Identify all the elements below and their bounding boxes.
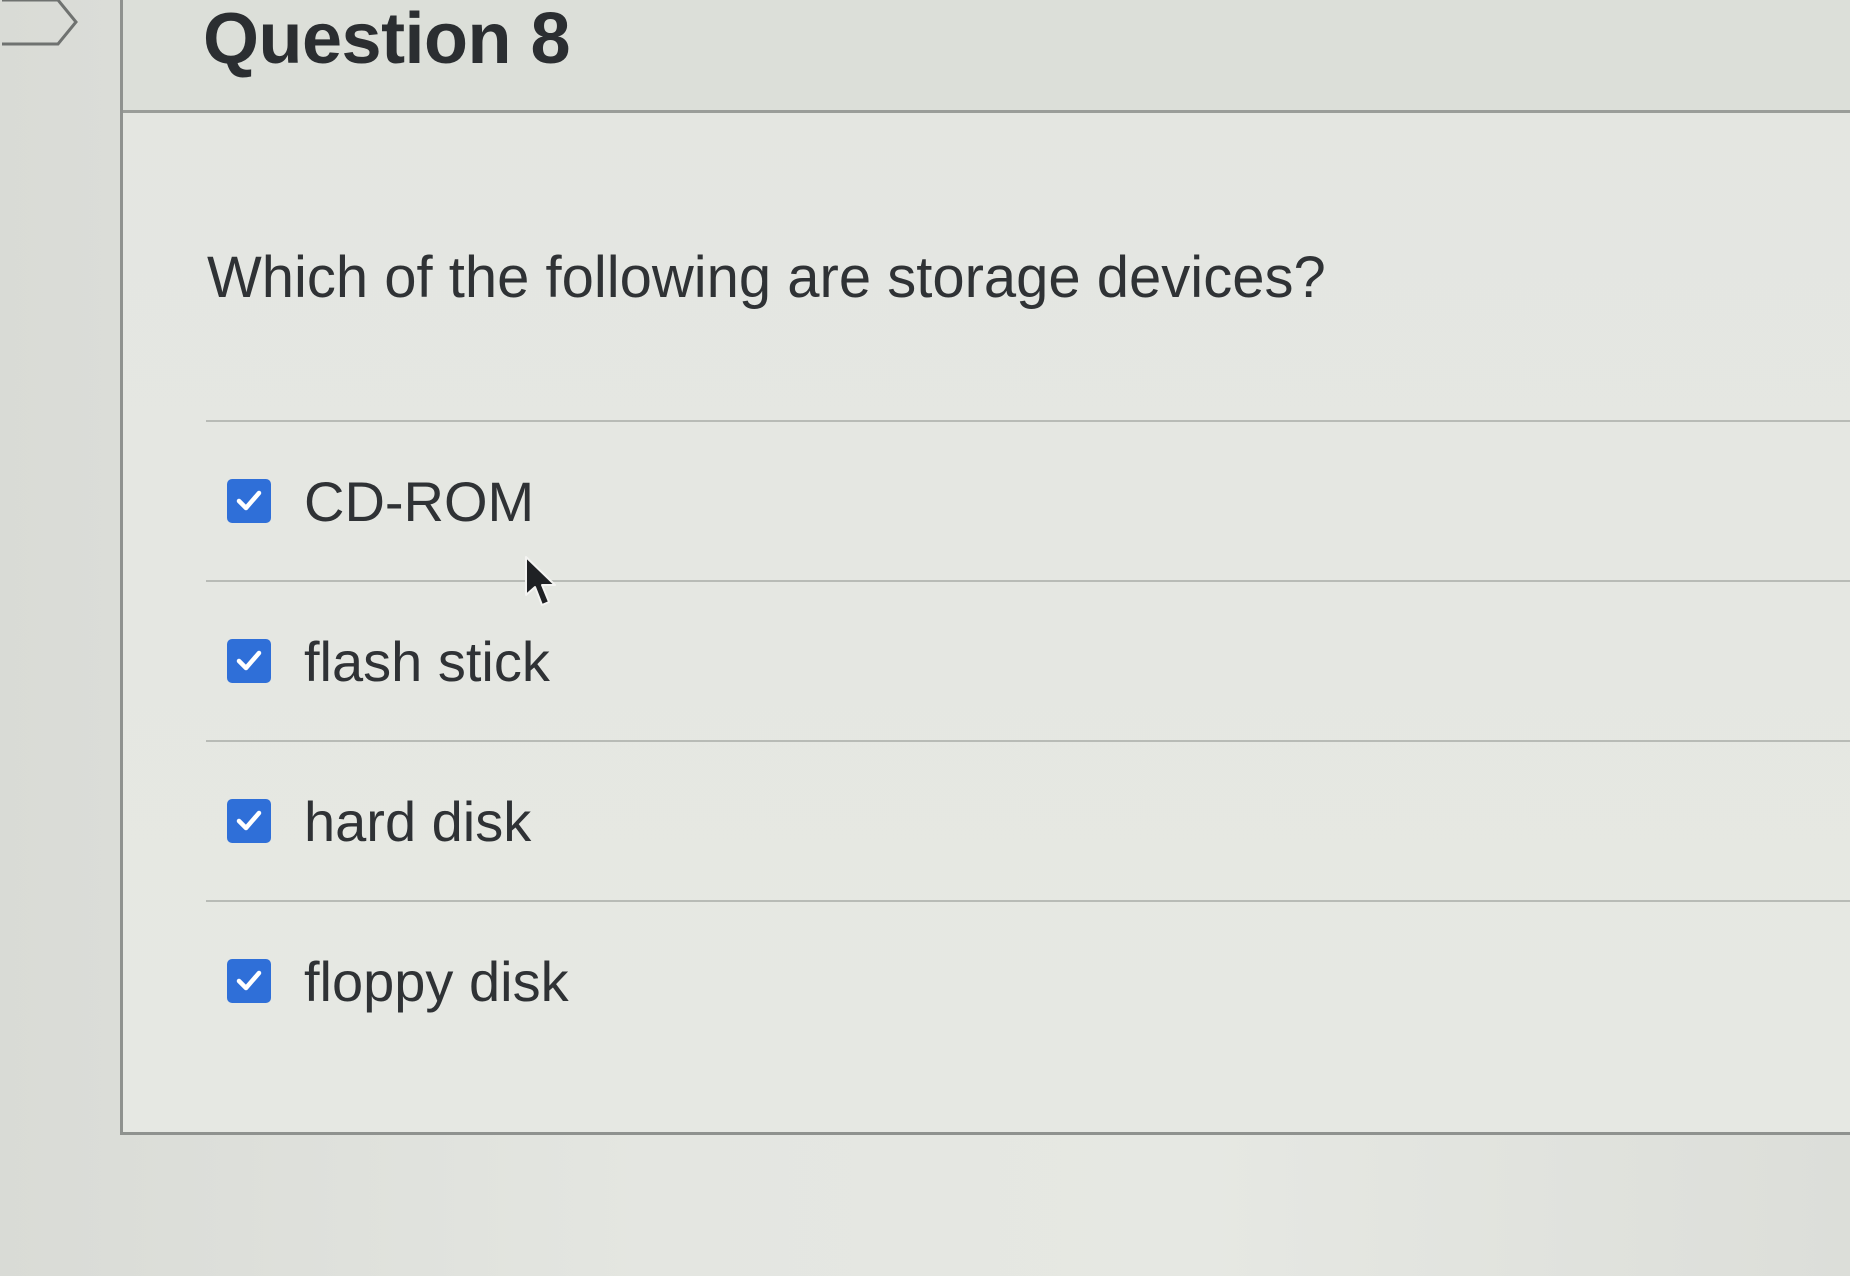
answer-label[interactable]: floppy disk	[304, 949, 569, 1014]
answer-checkbox[interactable]	[227, 479, 271, 523]
flag-question-icon[interactable]	[0, 0, 80, 50]
checkmark-icon	[236, 650, 262, 671]
answer-label[interactable]: CD-ROM	[304, 469, 534, 534]
question-title: Question 8	[203, 0, 571, 79]
answer-option-cd-rom[interactable]: CD-ROM	[206, 420, 1850, 580]
quiz-page: Question 8 Which of the following are st…	[0, 0, 1850, 1276]
checkmark-icon	[236, 810, 262, 831]
answer-option-hard-disk[interactable]: hard disk	[206, 740, 1850, 900]
answer-checkbox[interactable]	[227, 639, 271, 683]
mouse-pointer-icon	[525, 556, 556, 606]
answer-option-flash-stick[interactable]: flash stick	[206, 580, 1850, 740]
answer-label[interactable]: hard disk	[304, 789, 531, 854]
answer-checkbox[interactable]	[227, 799, 271, 843]
answer-label[interactable]: flash stick	[304, 629, 550, 694]
checkmark-icon	[236, 970, 262, 991]
answer-list: CD-ROM flash stick hard disk floppy disk	[206, 420, 1850, 1060]
question-header: Question 8	[123, 0, 1850, 113]
question-card: Question 8 Which of the following are st…	[120, 0, 1850, 1135]
question-prompt: Which of the following are storage devic…	[207, 245, 1326, 310]
answer-option-floppy-disk[interactable]: floppy disk	[206, 900, 1850, 1060]
answer-checkbox[interactable]	[227, 959, 271, 1003]
checkmark-icon	[236, 490, 262, 511]
